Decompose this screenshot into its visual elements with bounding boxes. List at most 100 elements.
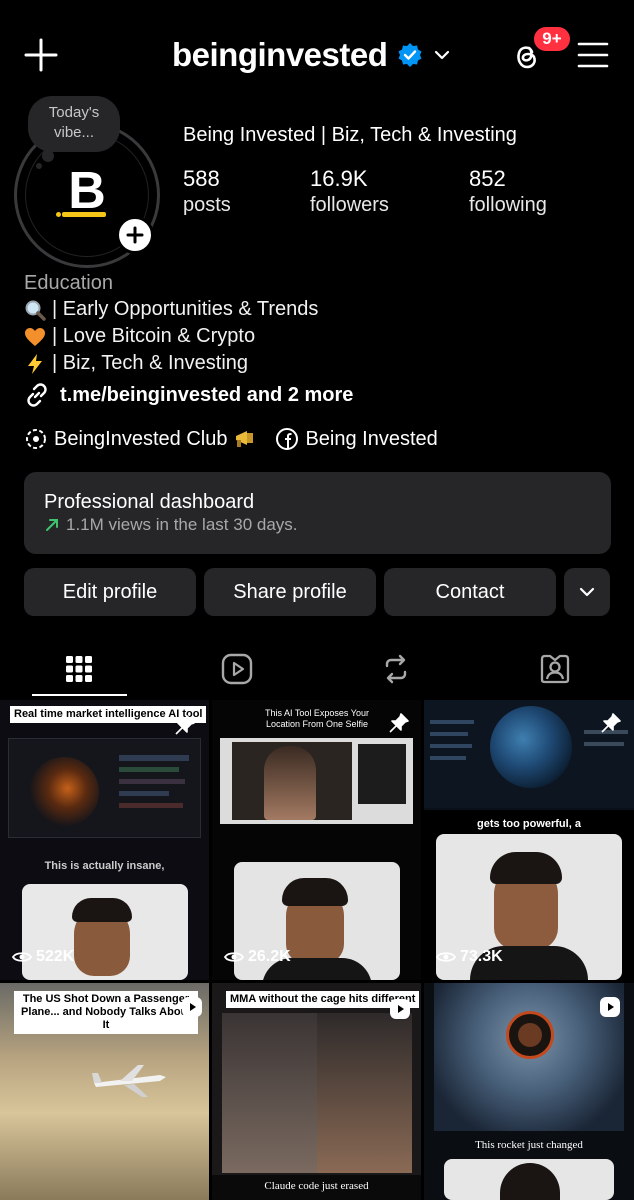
post-subcaption: This is actually insane, bbox=[44, 860, 165, 872]
note-bubble[interactable]: Today's vibe... bbox=[28, 96, 120, 152]
magnifier-emoji-icon bbox=[25, 300, 46, 321]
bio-text: | Biz, Tech & Investing bbox=[52, 352, 249, 374]
grid-icon bbox=[66, 656, 92, 682]
eye-icon bbox=[12, 952, 32, 962]
edit-profile-button[interactable]: Edit profile bbox=[24, 568, 196, 616]
hamburger-menu-icon[interactable] bbox=[576, 40, 610, 70]
link-icon bbox=[27, 383, 47, 407]
add-story-button[interactable] bbox=[116, 216, 154, 254]
profile-chips: BeingInvested Club Being Invested bbox=[24, 427, 438, 451]
post-subcaption: gets too powerful, a bbox=[477, 818, 581, 830]
bio: Education | Early Opportunities & Trends… bbox=[24, 270, 614, 377]
followers-label: followers bbox=[310, 194, 389, 216]
grid-post[interactable]: The US Shot Down a Passenger Plane... an… bbox=[0, 983, 209, 1200]
chevron-down-icon bbox=[435, 50, 450, 60]
bio-text: | Love Bitcoin & Crypto bbox=[52, 325, 256, 347]
following-stat[interactable]: 852 following bbox=[469, 166, 547, 218]
display-name: Being Invested | Biz, Tech & Investing bbox=[183, 124, 517, 146]
grid-post[interactable]: This AI Tool Exposes Your Location From … bbox=[212, 700, 421, 980]
tab-posts-grid[interactable] bbox=[0, 640, 158, 698]
lightning-emoji-icon bbox=[28, 353, 42, 374]
pin-icon bbox=[389, 713, 409, 733]
create-plus-icon[interactable] bbox=[24, 38, 58, 72]
verified-badge-icon bbox=[398, 43, 422, 67]
view-count-value: 26.2K bbox=[248, 948, 291, 965]
grid-post[interactable]: Real time market intelligence AI tool Th… bbox=[0, 700, 209, 980]
following-count: 852 bbox=[469, 166, 506, 191]
tab-tagged[interactable] bbox=[476, 640, 634, 698]
club-chip-label: BeingInvested Club bbox=[54, 427, 228, 450]
username: beinginvested bbox=[172, 36, 388, 73]
globe-graphic bbox=[490, 706, 572, 788]
grid-post[interactable]: MMA without the cage hits different Clau… bbox=[212, 983, 421, 1200]
dashboard-title: Professional dashboard bbox=[44, 491, 255, 513]
avatar-logo-dot bbox=[56, 212, 61, 217]
grid-post[interactable]: This rocket just changed bbox=[424, 983, 634, 1200]
reel-indicator-icon bbox=[390, 999, 410, 1019]
bio-line: | Love Bitcoin & Crypto bbox=[24, 323, 614, 350]
professional-dashboard[interactable]: Professional dashboard 1.1M views in the… bbox=[24, 472, 611, 554]
facebook-chip[interactable]: Being Invested bbox=[275, 427, 438, 451]
notification-badge: 9+ bbox=[532, 25, 572, 53]
reels-icon bbox=[221, 653, 253, 685]
active-tab-indicator bbox=[32, 694, 127, 696]
link-text: t.me/beinginvested and 2 more bbox=[60, 383, 354, 406]
view-count: 522K bbox=[12, 948, 74, 966]
pin-icon bbox=[601, 713, 621, 733]
posts-count: 588 bbox=[183, 166, 220, 191]
facebook-chip-label: Being Invested bbox=[305, 427, 438, 450]
tab-reposts[interactable] bbox=[317, 640, 475, 698]
globe-graphic bbox=[29, 757, 99, 827]
reel-indicator-icon bbox=[182, 997, 202, 1017]
share-profile-button[interactable]: Share profile bbox=[204, 568, 376, 616]
posts-grid: Real time market intelligence AI tool Th… bbox=[0, 700, 634, 1200]
eye-icon bbox=[436, 952, 456, 962]
plus-icon bbox=[126, 226, 144, 244]
note-text: Today's vibe... bbox=[48, 104, 100, 141]
contact-button[interactable]: Contact bbox=[384, 568, 556, 616]
post-thumbnail-screen bbox=[8, 738, 201, 838]
rocket-photo bbox=[434, 983, 624, 1131]
chevron-down-icon bbox=[579, 587, 595, 597]
tab-reels[interactable] bbox=[158, 640, 316, 698]
post-thumbnail-screen bbox=[220, 738, 413, 824]
presenter-photo bbox=[444, 1159, 614, 1200]
post-bottom-caption: Claude code just erased bbox=[212, 1175, 421, 1200]
dashboard-subtitle: 1.1M views in the last 30 days. bbox=[66, 515, 298, 534]
posts-stat[interactable]: 588 posts bbox=[183, 166, 231, 218]
following-label: following bbox=[469, 194, 547, 216]
bio-line: | Early Opportunities & Trends bbox=[24, 296, 614, 323]
avatar-logo-underline bbox=[62, 212, 106, 217]
pin-icon bbox=[175, 715, 195, 735]
trending-up-arrow-icon bbox=[46, 519, 58, 531]
club-chip[interactable]: BeingInvested Club bbox=[24, 427, 259, 451]
eye-icon bbox=[224, 952, 244, 962]
fight-photo-right bbox=[317, 1013, 412, 1173]
broadcast-channel-icon bbox=[26, 429, 46, 449]
repost-icon bbox=[385, 654, 407, 684]
reel-indicator-icon bbox=[600, 997, 620, 1017]
dashboard-subtitle-row: 1.1M views in the last 30 days. bbox=[44, 514, 591, 536]
posts-label: posts bbox=[183, 194, 231, 216]
view-count-value: 522K bbox=[36, 948, 75, 965]
view-count-value: 73.3K bbox=[460, 948, 503, 965]
bio-text: | Early Opportunities & Trends bbox=[52, 298, 319, 320]
view-count: 26.2K bbox=[224, 948, 291, 966]
profile-category: Education bbox=[24, 272, 113, 294]
tagged-person-icon bbox=[540, 654, 570, 684]
followers-count: 16.9K bbox=[310, 166, 368, 191]
fight-photo-left bbox=[222, 1013, 317, 1173]
profile-link[interactable]: t.me/beinginvested and 2 more bbox=[24, 382, 353, 408]
facebook-icon bbox=[276, 428, 299, 450]
post-bottom-caption: This rocket just changed bbox=[475, 1139, 583, 1151]
grid-post[interactable]: gets too powerful, a bbox=[424, 700, 634, 980]
bio-line: | Biz, Tech & Investing bbox=[24, 350, 614, 377]
post-caption: The US Shot Down a Passenger Plane... an… bbox=[14, 991, 198, 1034]
profile-tabs bbox=[0, 640, 634, 698]
airplane-graphic bbox=[92, 1065, 166, 1097]
view-count: 73.3K bbox=[436, 948, 503, 966]
suggested-accounts-button[interactable] bbox=[564, 568, 610, 616]
profile-header: beinginvested 9+ bbox=[0, 0, 634, 110]
username-switcher[interactable]: beinginvested bbox=[172, 36, 451, 74]
followers-stat[interactable]: 16.9K followers bbox=[310, 166, 389, 218]
